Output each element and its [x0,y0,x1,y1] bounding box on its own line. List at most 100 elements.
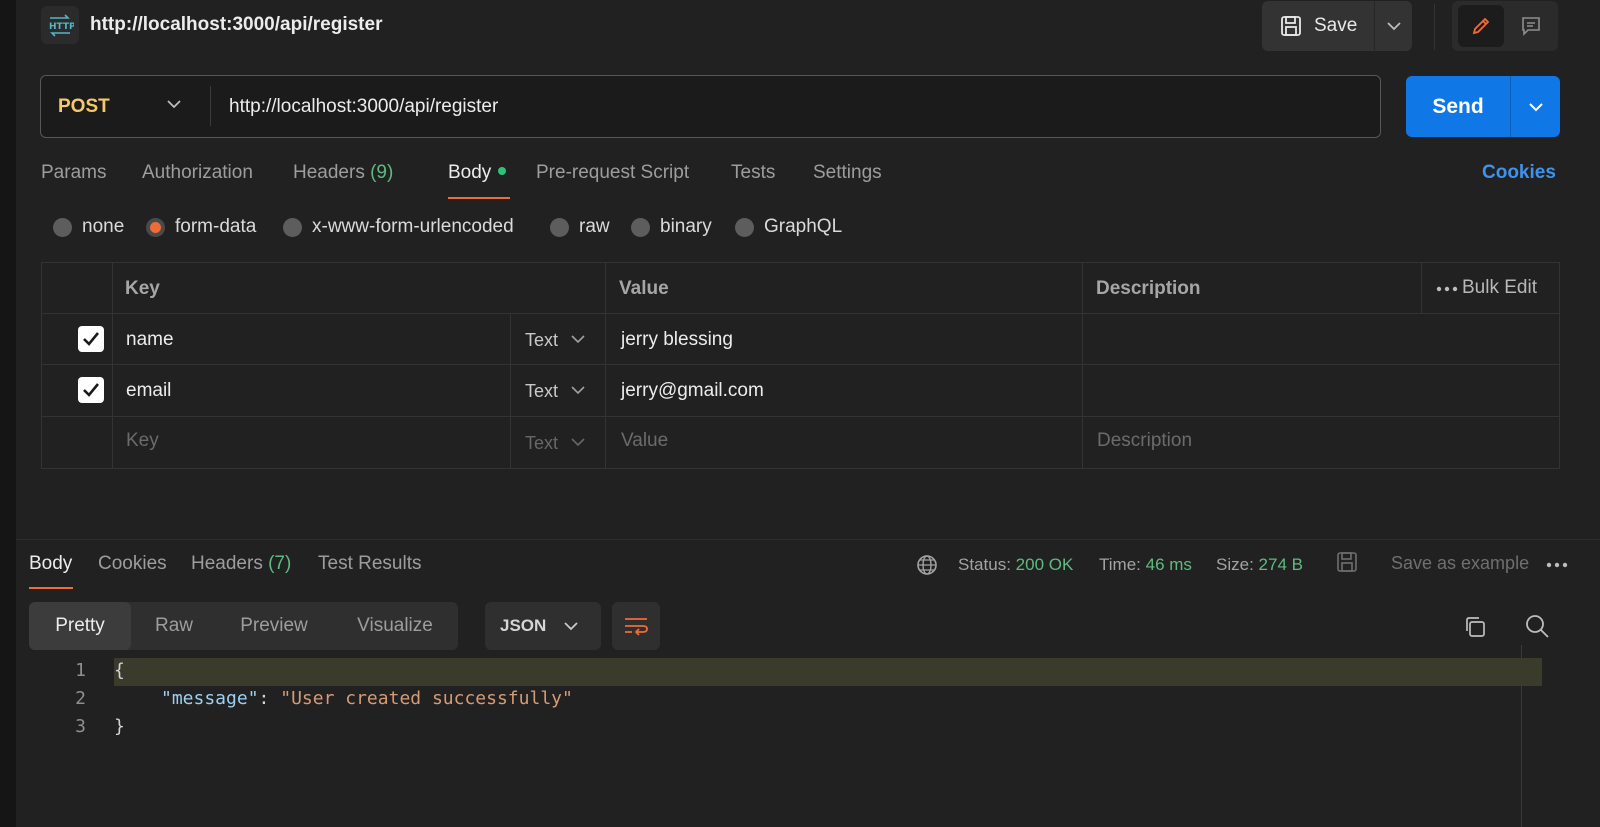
chevron-down-icon[interactable] [571,335,585,344]
radio-raw[interactable]: raw [550,216,610,238]
copy-icon[interactable] [1463,615,1487,639]
format-label: JSON [500,616,547,635]
more-options-icon[interactable] [1436,286,1458,292]
view-raw-button[interactable]: Raw [134,602,214,650]
current-line-highlight [114,658,1542,686]
radio-label: none [82,216,125,237]
send-button[interactable]: Send [1406,76,1510,137]
save-icon [1337,552,1357,572]
chevron-down-icon[interactable] [166,98,182,110]
table-divider [1082,262,1083,469]
checkmark-icon [83,332,100,346]
divider [1434,4,1435,50]
active-tab-indicator [29,587,73,589]
chevron-down-icon[interactable] [571,386,585,395]
response-tab-cookies[interactable]: Cookies [98,553,167,575]
radio-label: GraphQL [764,216,843,237]
value-placeholder[interactable]: Value [621,430,668,452]
radio-label: binary [660,216,712,237]
table-divider [41,313,1560,314]
body-modified-dot [498,166,507,175]
url-input[interactable]: http://localhost:3000/api/register [229,96,498,118]
checkmark-icon [83,383,100,397]
line-number: 2 [75,688,86,709]
chevron-down-icon[interactable] [571,438,585,447]
time-value: 46 ms [1145,555,1192,574]
bulk-edit-link[interactable]: Bulk Edit [1462,277,1537,299]
code-line: "message": "User created successfully" [161,688,573,709]
radio-form-data[interactable]: form-data [146,216,256,238]
request-title[interactable]: http://localhost:3000/api/register [90,14,382,36]
radio-circle [283,217,302,237]
edit-button[interactable] [1458,5,1504,47]
response-tab-test-results[interactable]: Test Results [318,553,421,575]
row-checkbox[interactable] [78,326,104,352]
send-options-button[interactable] [1510,76,1560,137]
key-cell[interactable]: name [126,329,174,351]
comments-button[interactable] [1508,5,1554,47]
pencil-icon [1472,17,1490,35]
response-tab-headers[interactable]: Headers (7) [191,553,291,575]
type-select[interactable]: Text [525,433,558,454]
code-line: { [114,660,125,681]
radio-circle [53,217,72,237]
tab-settings[interactable]: Settings [813,162,882,184]
size-readout: Size: 274 B [1216,555,1303,575]
save-options-button[interactable] [1374,1,1412,51]
active-tab-indicator [448,197,510,199]
tab-body[interactable]: Body [448,162,507,184]
type-select[interactable]: Text [525,330,558,351]
radio-circle [735,217,754,237]
column-header-value: Value [619,278,669,299]
wrap-lines-button[interactable] [612,602,660,650]
tab-params[interactable]: Params [41,162,106,184]
divider [210,86,211,126]
tab-headers[interactable]: Headers (9) [293,162,393,184]
value-cell[interactable]: jerry@gmail.com [621,380,764,402]
key-cell[interactable]: email [126,380,171,402]
method-select[interactable]: POST [58,96,110,118]
save-label: Save [1314,15,1358,36]
editor-scrollbar[interactable] [1521,645,1522,827]
cookies-link[interactable]: Cookies [1482,162,1556,184]
size-value: 274 B [1258,555,1303,574]
radio-binary[interactable]: binary [631,216,712,238]
save-button[interactable]: Save [1262,1,1374,51]
radio-x-www-form-urlencoded[interactable]: x-www-form-urlencoded [283,216,514,238]
table-divider [510,313,511,469]
headers-count: (9) [370,162,394,183]
line-number: 1 [75,660,86,681]
search-icon[interactable] [1524,613,1550,639]
time-readout: Time: 46 ms [1099,555,1192,575]
view-pretty-button[interactable]: Pretty [29,602,131,650]
chevron-down-icon [1528,102,1543,111]
response-tab-body[interactable]: Body [29,553,72,575]
tab-authorization[interactable]: Authorization [142,162,253,184]
chevron-down-icon [564,621,578,630]
globe-icon[interactable] [916,554,938,576]
request-pane: HTTP http://localhost:3000/api/register … [16,0,1600,538]
headers-count: (7) [268,553,292,574]
tab-tests[interactable]: Tests [731,162,775,184]
code-line: } [114,716,125,737]
view-preview-button[interactable]: Preview [216,602,332,650]
view-visualize-button[interactable]: Visualize [334,602,456,650]
key-placeholder[interactable]: Key [126,430,159,452]
json-key: "message" [161,688,259,709]
table-divider [41,416,1560,417]
chevron-down-icon [1386,21,1401,30]
row-checkbox[interactable] [78,377,104,403]
more-options-icon[interactable] [1546,562,1568,568]
tab-pre-request-script[interactable]: Pre-request Script [536,162,689,184]
tab-label: Headers [293,162,365,183]
radio-none[interactable]: none [53,216,124,238]
save-as-example-button[interactable]: Save as example [1391,553,1529,574]
radio-label: form-data [175,216,257,237]
value-cell[interactable]: jerry blessing [621,329,733,351]
format-select[interactable]: JSON [485,602,601,650]
radio-label: x-www-form-urlencoded [312,216,514,237]
type-select[interactable]: Text [525,381,558,402]
radio-graphql[interactable]: GraphQL [735,216,842,238]
description-placeholder[interactable]: Description [1097,430,1192,452]
table-divider [605,262,606,469]
